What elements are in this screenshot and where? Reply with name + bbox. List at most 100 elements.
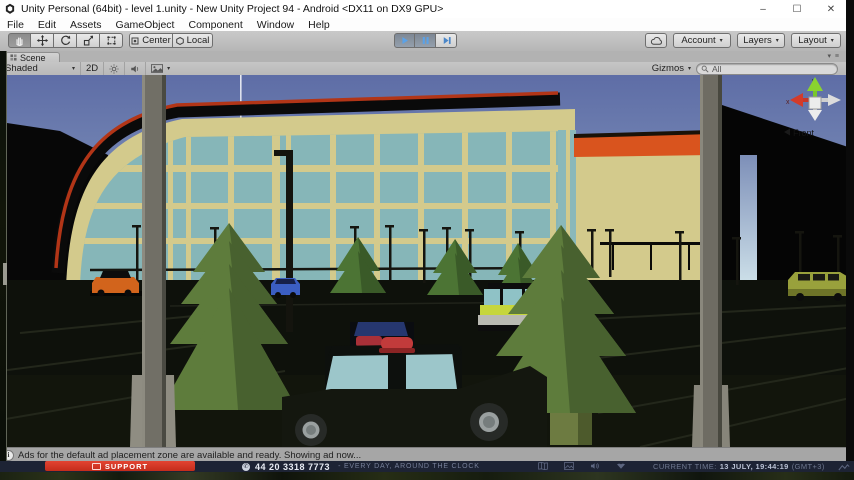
gizmos-dropdown-arrow: ▾ (688, 65, 691, 72)
rotate-tool-icon (59, 34, 72, 47)
search-filter-label: All (712, 64, 721, 74)
scene-search-input[interactable]: All (696, 63, 838, 75)
status-bar[interactable]: i Ads for the default ad placement zone … (0, 447, 846, 462)
close-button[interactable]: ✕ (814, 0, 848, 18)
expand-arrows-icon[interactable] (838, 463, 850, 471)
effects-image-icon (151, 64, 163, 73)
pivot-local-label: Local (187, 35, 210, 46)
menu-file[interactable]: File (0, 19, 31, 31)
unity-logo-icon (4, 3, 16, 15)
layout-dropdown[interactable]: Layout ▾ (791, 33, 841, 48)
scene-lighting-toggle[interactable] (104, 62, 125, 75)
scene-tab-icon (10, 54, 17, 61)
status-message: Ads for the default ad placement zone ar… (18, 450, 361, 461)
layers-dropdown-arrow: ▾ (776, 37, 779, 44)
current-time: CURRENT TIME: 13 JULY, 19:44:19 (GMT+3) (653, 461, 825, 472)
scale-tool-button[interactable] (77, 33, 100, 48)
account-dropdown[interactable]: Account ▾ (673, 33, 731, 48)
pause-button[interactable] (415, 33, 436, 48)
support-label: SUPPORT (105, 462, 148, 471)
time-value: 13 JULY, 19:44:19 (720, 462, 789, 471)
shading-dropdown-arrow: ▾ (72, 65, 75, 72)
scene-3d-render: y x Front (0, 75, 854, 447)
panel-menu-icon[interactable]: ▾ ≡ (827, 52, 840, 60)
rect-tool-icon (105, 34, 118, 47)
title-bar: Unity Personal (64bit) - level 1.unity -… (0, 0, 848, 18)
toggle-2d-label: 2D (86, 63, 98, 74)
scrollbar-handle[interactable] (3, 263, 7, 285)
car-blue (271, 278, 300, 298)
menu-assets[interactable]: Assets (63, 19, 109, 31)
support-tagline: - EVERY DAY, AROUND THE CLOCK (338, 463, 480, 470)
rect-tool-button[interactable] (100, 33, 123, 48)
cloud-icon (650, 36, 663, 46)
gizmos-dropdown[interactable]: Gizmos ▾ (647, 62, 696, 75)
pivot-local-button[interactable]: Local (173, 33, 213, 48)
background-photo-strip (0, 472, 854, 480)
phone-icon: ✆ (242, 463, 250, 471)
move-tool-button[interactable] (31, 33, 54, 48)
pivot-center-button[interactable]: Center (129, 33, 173, 48)
scene-tab-label: Scene (20, 53, 46, 63)
hand-tool-icon (13, 34, 26, 47)
toggle-2d-button[interactable]: 2D (81, 62, 104, 75)
cloud-services-button[interactable] (645, 33, 667, 48)
play-button[interactable] (394, 33, 415, 48)
background-game-strip: SUPPORT ✆ 44 20 3318 7773 - EVERY DAY, A… (0, 461, 854, 472)
time-zone: (GMT+3) (792, 462, 825, 471)
layers-label: Layers (743, 35, 772, 46)
gizmo-x-label: x (786, 99, 790, 106)
minimize-button[interactable]: – (746, 0, 780, 18)
support-button[interactable]: SUPPORT (45, 461, 195, 471)
account-dropdown-arrow: ▾ (720, 37, 723, 44)
hand-tool-button[interactable] (8, 33, 31, 48)
main-toolbar: Center Local Account ▾ Layers ▾ Layout (0, 31, 848, 52)
scene-audio-toggle[interactable] (125, 62, 146, 75)
pivot-center-icon (131, 37, 139, 45)
unity-editor-window: Unity Personal (64bit) - level 1.unity -… (0, 0, 854, 480)
scale-tool-icon (82, 34, 95, 47)
move-tool-icon (36, 34, 49, 47)
step-button[interactable] (436, 33, 457, 48)
layers-dropdown[interactable]: Layers ▾ (737, 33, 785, 48)
scene-view-toolbar: Shaded ▾ 2D ▾ Gizmos ▾ All (0, 62, 848, 76)
scene-viewport[interactable]: y x Front (0, 75, 854, 447)
menu-window[interactable]: Window (250, 19, 301, 31)
layout-dropdown-arrow: ▾ (831, 37, 834, 44)
window-title: Unity Personal (64bit) - level 1.unity -… (21, 3, 443, 15)
background-window-left-edge (0, 51, 7, 461)
menu-component[interactable]: Component (181, 19, 249, 31)
menu-help[interactable]: Help (301, 19, 337, 31)
support-chat-icon (92, 463, 101, 470)
pause-icon (420, 35, 431, 46)
building-stadium (56, 93, 576, 290)
rotate-tool-button[interactable] (54, 33, 77, 48)
sound-icon[interactable] (590, 462, 600, 470)
layout-label: Layout (798, 35, 827, 46)
lighting-sun-icon (109, 64, 119, 74)
menu-bar: File Edit Assets GameObject Component Wi… (0, 18, 848, 32)
pivot-local-icon (176, 37, 184, 45)
time-label: CURRENT TIME: (653, 462, 717, 471)
search-icon (701, 65, 709, 73)
effects-dropdown-arrow: ▾ (167, 65, 170, 72)
gizmos-label: Gizmos (652, 63, 684, 74)
menu-edit[interactable]: Edit (31, 19, 63, 31)
play-icon (399, 35, 410, 46)
bird-icon[interactable] (616, 462, 626, 470)
map-book-icon[interactable] (538, 462, 548, 470)
pivot-center-label: Center (142, 35, 171, 46)
gizmo-front-label: Front (793, 128, 815, 138)
tab-scene[interactable]: Scene (5, 52, 60, 62)
shading-mode-label: Shaded (5, 63, 38, 74)
maximize-button[interactable]: ☐ (780, 0, 814, 18)
menu-gameobject[interactable]: GameObject (109, 19, 182, 31)
photos-icon[interactable] (564, 462, 574, 470)
scene-effects-dropdown[interactable]: ▾ (146, 62, 175, 75)
shading-mode-dropdown[interactable]: Shaded ▾ (0, 62, 81, 75)
background-window-right-edge (846, 0, 854, 461)
account-label: Account (681, 35, 715, 46)
phone-number: 44 20 3318 7773 (255, 462, 330, 472)
audio-speaker-icon (130, 64, 140, 74)
step-icon (441, 35, 452, 46)
